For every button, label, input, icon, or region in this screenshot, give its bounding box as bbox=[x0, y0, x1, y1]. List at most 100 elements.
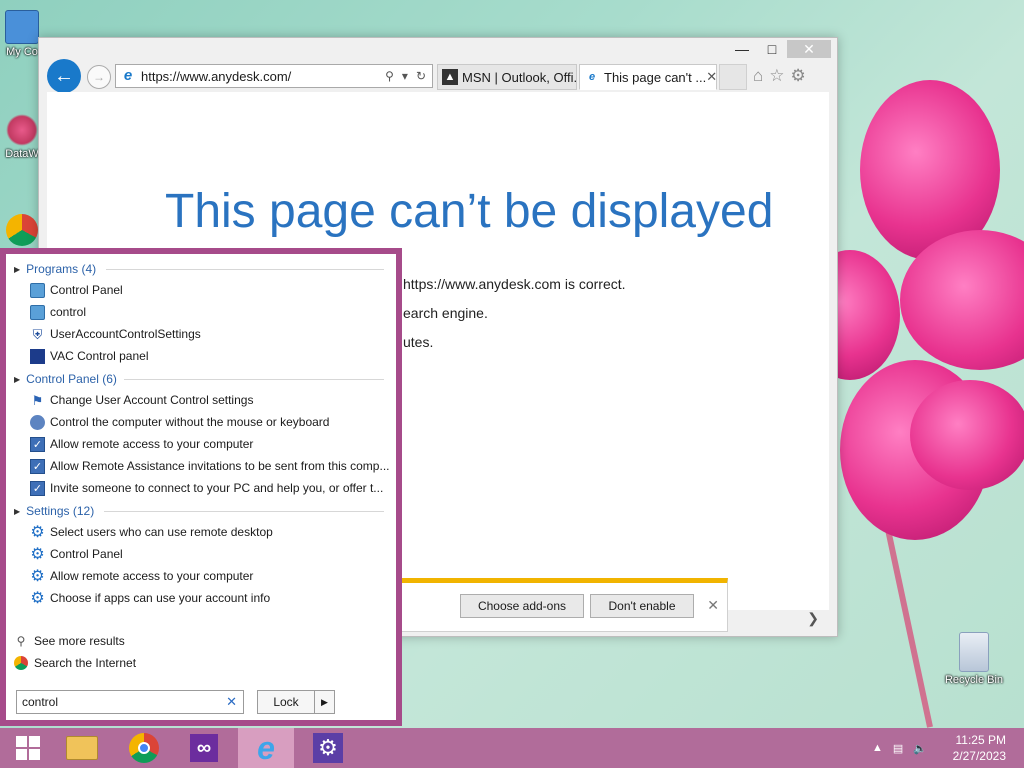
recycle-bin-icon bbox=[959, 632, 989, 672]
section-title: Programs (4) bbox=[26, 262, 97, 276]
result-item[interactable]: ⚙ Control Panel bbox=[30, 545, 122, 563]
monitor-check-icon: ✓ bbox=[30, 458, 45, 474]
window-caption-buttons: — □ ✕ bbox=[727, 40, 831, 58]
result-item[interactable]: ✓ Allow remote access to your computer bbox=[30, 435, 253, 453]
gear-icon: ⚙ bbox=[313, 733, 343, 763]
search-internet-label: Search the Internet bbox=[34, 656, 137, 670]
clear-search-icon[interactable]: ✕ bbox=[226, 694, 243, 710]
section-header-programs[interactable]: ▶ Programs (4) bbox=[14, 262, 96, 276]
network-icon[interactable]: ▤ bbox=[893, 742, 903, 755]
search-icon[interactable]: ⚲ bbox=[385, 69, 394, 83]
chrome-icon bbox=[6, 214, 38, 246]
section-header-control-panel[interactable]: ▶ Control Panel (6) bbox=[14, 372, 117, 386]
section-title: Control Panel (6) bbox=[26, 372, 117, 386]
section-header-settings[interactable]: ▶ Settings (12) bbox=[14, 504, 94, 518]
search-icon: ⚲ bbox=[16, 634, 26, 648]
ie-page-icon: e bbox=[588, 71, 596, 83]
close-notification-icon[interactable]: ✕ bbox=[707, 597, 719, 614]
start-button[interactable] bbox=[0, 728, 56, 768]
search-internet-link[interactable]: Search the Internet bbox=[14, 656, 136, 670]
result-item[interactable]: ⚑ Change User Account Control settings bbox=[30, 391, 254, 409]
result-label: Control the computer without the mouse o… bbox=[50, 415, 330, 429]
desktop-icon-label: My Co bbox=[6, 46, 38, 58]
ie-page-icon: e bbox=[123, 67, 133, 84]
error-line: https://www.anydesk.com is correct. bbox=[403, 276, 626, 292]
result-label: Allow Remote Assistance invitations to b… bbox=[50, 459, 390, 473]
home-icon[interactable]: ⌂ bbox=[753, 66, 763, 86]
result-label: Invite someone to connect to your PC and… bbox=[50, 481, 384, 495]
result-item[interactable]: VAC Control panel bbox=[30, 347, 149, 365]
arrow-left-icon: ← bbox=[54, 65, 74, 87]
result-item[interactable]: ✓ Allow Remote Assistance invitations to … bbox=[30, 457, 389, 475]
dont-enable-button[interactable]: Don't enable bbox=[590, 594, 694, 618]
error-line: utes. bbox=[403, 334, 434, 350]
address-text[interactable]: https://www.anydesk.com/ bbox=[141, 69, 291, 84]
show-hidden-icons-icon[interactable]: ▲ bbox=[872, 742, 883, 754]
back-button[interactable]: ← bbox=[47, 59, 81, 93]
volume-icon[interactable]: 🔈 bbox=[913, 742, 927, 755]
close-tab-icon[interactable]: ✕ bbox=[706, 69, 716, 85]
taskbar-chrome[interactable] bbox=[116, 728, 172, 768]
gear-icon: ⚙ bbox=[30, 545, 45, 563]
taskbar-visual-studio[interactable]: ∞ bbox=[176, 728, 232, 768]
taskbar: ∞ e ⚙ ▲ ▤ 🔈 11:25 PM 2/27/2023 bbox=[0, 728, 1024, 768]
start-search-panel: ▶ Programs (4) Control Panel control ⛨ Us… bbox=[0, 248, 402, 726]
msn-icon: ▲ bbox=[442, 69, 458, 85]
addons-notification-bar: Choose add-ons Don't enable ✕ bbox=[393, 578, 728, 632]
result-item[interactable]: ⛨ UserAccountControlSettings bbox=[30, 325, 201, 343]
search-results: ▶ Programs (4) Control Panel control ⛨ Us… bbox=[6, 254, 396, 720]
result-item[interactable]: ⚙ Allow remote access to your computer bbox=[30, 567, 253, 585]
tab-msn[interactable]: ▲ MSN | Outlook, Offi... bbox=[437, 64, 577, 90]
result-item[interactable]: ⚙ Select users who can use remote desktop bbox=[30, 523, 272, 541]
clock[interactable]: 11:25 PM 2/27/2023 bbox=[953, 732, 1006, 764]
expand-triangle-icon: ▶ bbox=[14, 264, 21, 274]
see-more-results-link[interactable]: ⚲ See more results bbox=[14, 634, 125, 648]
taskbar-settings-app[interactable]: ⚙ bbox=[300, 728, 356, 768]
result-label: control bbox=[50, 305, 87, 319]
result-item[interactable]: ✓ Invite someone to connect to your PC an… bbox=[30, 479, 383, 497]
folder-icon bbox=[66, 736, 98, 760]
refresh-icon[interactable]: ↻ bbox=[416, 69, 426, 83]
taskbar-internet-explorer[interactable]: e bbox=[238, 728, 294, 768]
result-label: Allow remote access to your computer bbox=[50, 437, 254, 451]
power-options-arrow-icon[interactable]: ▶ bbox=[314, 691, 334, 713]
dropdown-icon[interactable]: ▾ bbox=[402, 69, 408, 83]
result-label: VAC Control panel bbox=[50, 349, 149, 363]
datawrapper-icon bbox=[6, 114, 38, 146]
control-panel-icon bbox=[30, 282, 45, 298]
tab-error-page[interactable]: e This page can't ... ✕ bbox=[579, 64, 717, 90]
result-label: Change User Account Control settings bbox=[50, 393, 254, 407]
scroll-right-icon[interactable]: ❯ bbox=[807, 610, 819, 627]
taskbar-file-explorer[interactable] bbox=[54, 728, 110, 768]
monitor-check-icon: ✓ bbox=[30, 436, 45, 452]
result-item[interactable]: ⚙ Choose if apps can use your account inf… bbox=[30, 589, 270, 607]
result-label: Choose if apps can use your account info bbox=[50, 591, 271, 605]
result-item[interactable]: Control Panel bbox=[30, 281, 123, 299]
search-input[interactable]: control ✕ bbox=[16, 690, 244, 714]
result-label: UserAccountControlSettings bbox=[50, 327, 201, 341]
choose-addons-button[interactable]: Choose add-ons bbox=[460, 594, 584, 618]
settings-gear-icon[interactable]: ⚙ bbox=[791, 66, 806, 86]
lock-button[interactable]: Lock bbox=[258, 695, 314, 709]
close-window-button[interactable]: ✕ bbox=[787, 40, 831, 58]
error-line: earch engine. bbox=[403, 305, 488, 321]
desktop-icon-label: Recycle Bin bbox=[944, 674, 1004, 686]
new-tab-button[interactable] bbox=[719, 64, 747, 90]
result-item[interactable]: control bbox=[30, 303, 86, 321]
address-bar[interactable]: e https://www.anydesk.com/ ⚲ ▾ ↻ bbox=[115, 64, 433, 88]
maximize-button[interactable]: □ bbox=[757, 40, 787, 58]
toolbar-icons: ⌂ ☆ ⚙ bbox=[753, 66, 806, 86]
result-item[interactable]: Control the computer without the mouse o… bbox=[30, 413, 329, 431]
clock-date: 2/27/2023 bbox=[952, 749, 1006, 763]
minimize-button[interactable]: — bbox=[727, 40, 757, 58]
desktop-icon-label: DataW bbox=[5, 148, 39, 160]
favorites-star-icon[interactable]: ☆ bbox=[769, 66, 784, 86]
vac-icon bbox=[30, 348, 45, 364]
expand-triangle-icon: ▶ bbox=[14, 506, 21, 516]
desktop-icon-recycle-bin[interactable]: Recycle Bin bbox=[944, 632, 1004, 686]
windows-logo-icon bbox=[16, 736, 40, 760]
monitor-check-icon: ✓ bbox=[30, 480, 45, 496]
tab-label: This page can't ... bbox=[604, 69, 707, 85]
flag-icon: ⚑ bbox=[31, 392, 44, 408]
forward-button[interactable]: → bbox=[87, 65, 111, 89]
